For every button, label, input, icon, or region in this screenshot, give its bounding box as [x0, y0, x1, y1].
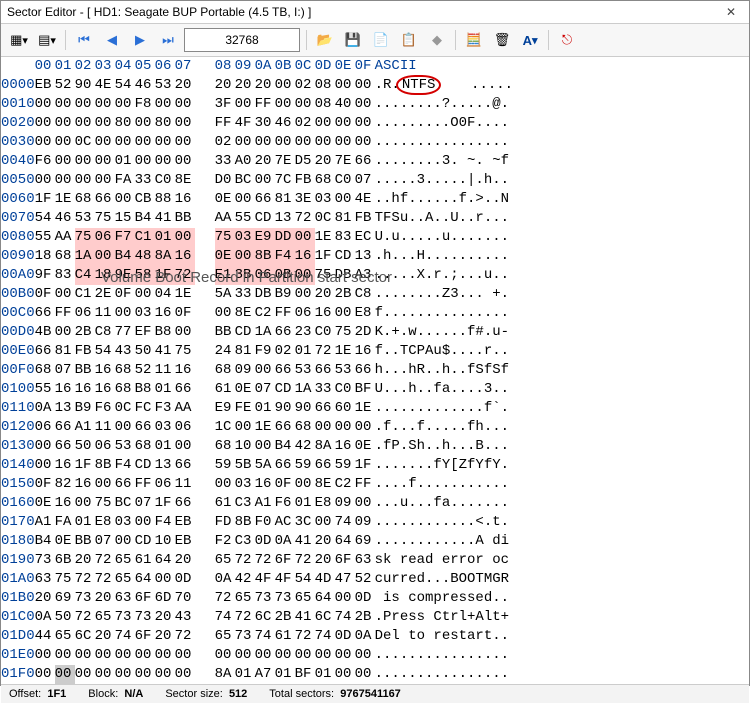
hex-row[interactable]: 009018681A00B4488A160E008BF4161FCD13.h..…	[1, 247, 513, 266]
content-wrap: 000102030405060708090A0B0C0D0E0FASCII000…	[1, 57, 749, 684]
prev-button[interactable]: ◀	[100, 28, 124, 52]
hex-row[interactable]: 00F06807BB16685211166809006653665366h...…	[1, 361, 513, 380]
hex-row[interactable]: 00200000000080008000FF4F304602000000....…	[1, 114, 513, 133]
hex-row[interactable]: 003000000C00000000000200000000000000....…	[1, 133, 513, 152]
view2-dropdown[interactable]: ▤▾	[35, 28, 59, 52]
open-icon[interactable]: 📂	[313, 28, 337, 52]
hex-row[interactable]: 01300066500653680100681000B4428A160E.fP.…	[1, 437, 513, 456]
hex-row[interactable]: 01F000000000000000008A01A701BF010000....…	[1, 665, 513, 684]
hex-view[interactable]: 000102030405060708090A0B0C0D0E0FASCII000…	[1, 57, 749, 684]
toolbar: ▦▾ ▤▾ ⏮ ◀ ▶ ⏭ 📂 💾 📄 📋 ◆ 🧮 🗑 A▾ ⎋	[1, 24, 749, 57]
block-value: N/A	[124, 688, 143, 700]
hex-row[interactable]: 005000000000FA33C08ED0BC007CFB68C007....…	[1, 171, 513, 190]
hex-row[interactable]: 0190736B2072656164206572726F72206F63sk r…	[1, 551, 513, 570]
filter-icon[interactable]: 🗑	[490, 28, 514, 52]
hex-row[interactable]: 00601F1E686600CB88160E0066813E03004E..hf…	[1, 190, 513, 209]
hex-row[interactable]: 008055AA7506F7C101007503E9DD001E83ECU.u.…	[1, 228, 513, 247]
sector-input[interactable]	[184, 28, 300, 52]
save-icon[interactable]: 💾	[341, 28, 365, 52]
hex-row[interactable]: 01005516161668B80166610E07CD1A33C0BFU...…	[1, 380, 513, 399]
window-title: Sector Editor - [ HD1: Seagate BUP Porta…	[7, 5, 719, 19]
hex-row[interactable]: 00C066FF06110003160F008EC2FF061600E8f...…	[1, 304, 513, 323]
hex-row[interactable]: 01200666A111006603061C001E6668000000.f..…	[1, 418, 513, 437]
hex-row[interactable]: 00B00F00C12E0F00041E5A33DBB900202BC8....…	[1, 285, 513, 304]
last-button[interactable]: ⏭	[156, 28, 180, 52]
hex-row[interactable]: 01D044656C20746F20726573746172740D0ADel …	[1, 627, 513, 646]
close-button[interactable]: ✕	[719, 5, 743, 19]
hex-row[interactable]: 01C00A5072657373204374726C2B416C742B.Pre…	[1, 608, 513, 627]
hex-row[interactable]: 00100000000000F800003F00FF0000084000....…	[1, 95, 513, 114]
next-button[interactable]: ▶	[128, 28, 152, 52]
hex-row[interactable]: 01A0637572726564000D0A424F4F544D4752curr…	[1, 570, 513, 589]
totalsectors-value: 9767541167	[340, 688, 401, 700]
hex-row[interactable]: 0040F60000000100000033A0207ED5207E66....…	[1, 152, 513, 171]
titlebar: Sector Editor - [ HD1: Seagate BUP Porta…	[1, 1, 749, 24]
hex-row[interactable]: 014000161F8BF4CD1366595B5A665966591F....…	[1, 456, 513, 475]
paste-icon[interactable]: 📋	[397, 28, 421, 52]
hex-row[interactable]: 00D04B002BC877EFB800BBCD1A6623C0752DK.+.…	[1, 323, 513, 342]
copy-icon[interactable]: 📄	[369, 28, 393, 52]
sectorsize-label: Sector size:	[165, 688, 222, 700]
hex-row[interactable]: 00A09F83C4189E581F72E13B060B0075DBA3....…	[1, 266, 513, 285]
tag-icon[interactable]: ◆	[425, 28, 449, 52]
hex-row[interactable]: 01100A13B9F60CFCF3AAE9FE01909066601E....…	[1, 399, 513, 418]
exit-icon[interactable]: ⎋	[555, 28, 579, 52]
hex-row[interactable]: 0170A1FA01E80300F4EBFD8BF0AC3C007409....…	[1, 513, 513, 532]
offset-value: 1F1	[47, 688, 66, 700]
sector-editor-window: Sector Editor - [ HD1: Seagate BUP Porta…	[0, 0, 750, 686]
hex-row[interactable]: 00705446537515B441BBAA55CD13720C81FBTFSu…	[1, 209, 513, 228]
hex-row[interactable]: 01500F82160066FF06110003160F008EC2FF....…	[1, 475, 513, 494]
hex-row[interactable]: 0180B40EBB0700CD10EBF2C30D0A41206469....…	[1, 532, 513, 551]
font-icon[interactable]: A▾	[518, 28, 542, 52]
hex-row[interactable]: 01E000000000000000000000000000000000....…	[1, 646, 513, 665]
hex-row[interactable]: 00E06681FB54435041752481F90201721E16f..T…	[1, 342, 513, 361]
first-button[interactable]: ⏮	[72, 28, 96, 52]
block-label: Block:	[88, 688, 118, 700]
totalsectors-label: Total sectors:	[269, 688, 334, 700]
hex-row[interactable]: 01600E160075BC071F6661C3A1F601E80900...u…	[1, 494, 513, 513]
hex-row[interactable]: 01B020697320636F6D70726573736564000D is …	[1, 589, 513, 608]
offset-label: Offset:	[9, 688, 41, 700]
sectorsize-value: 512	[229, 688, 247, 700]
calc-icon[interactable]: 🧮	[462, 28, 486, 52]
view1-dropdown[interactable]: ▦▾	[7, 28, 31, 52]
hex-row[interactable]: 0000EB52904E544653202020200002080000.R.N…	[1, 76, 513, 95]
statusbar: Offset: 1F1 Block: N/A Sector size: 512 …	[1, 684, 749, 703]
